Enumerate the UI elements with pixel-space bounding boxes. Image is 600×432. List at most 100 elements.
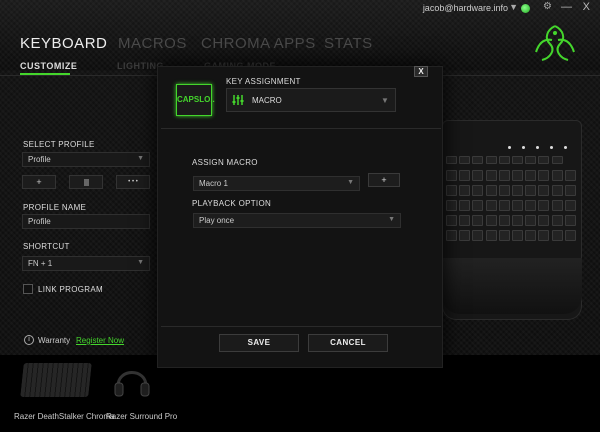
tab-keyboard[interactable]: KEYBOARD (20, 35, 107, 52)
keyboard-key[interactable] (551, 156, 563, 164)
keyboard-key[interactable] (551, 230, 563, 241)
keyboard-key[interactable] (525, 215, 537, 226)
keyboard-key[interactable] (525, 156, 537, 164)
user-email[interactable]: jacob@hardware.info (423, 3, 508, 13)
keyboard-key[interactable] (472, 185, 484, 196)
delete-profile-button[interactable] (69, 175, 103, 189)
subtab-customize[interactable]: CUSTOMIZE (20, 61, 77, 71)
cancel-button[interactable]: CANCEL (308, 334, 388, 352)
keyboard-key[interactable] (551, 200, 563, 211)
add-macro-button[interactable]: + (368, 173, 400, 187)
keyboard-led (522, 146, 525, 149)
keyboard-key[interactable] (564, 200, 576, 211)
tab-stats[interactable]: STATS (324, 35, 373, 52)
keyboard-key[interactable] (512, 230, 523, 241)
macro-icon (232, 95, 244, 105)
gear-icon[interactable]: ⚙ (543, 1, 552, 12)
account-dropdown-icon[interactable]: ▼ (509, 2, 518, 12)
keyboard-device-image[interactable] (20, 363, 92, 397)
keyboard-key[interactable] (498, 215, 510, 226)
keyboard-key[interactable] (538, 200, 550, 211)
keyboard-key[interactable] (446, 156, 457, 164)
device-name-surround-pro[interactable]: Razer Surround Pro (106, 412, 177, 421)
keyboard-key[interactable] (538, 185, 550, 196)
minimize-button[interactable]: — (561, 1, 572, 13)
shortcut-select[interactable]: FN + 1 ▼ (22, 256, 150, 271)
keyboard-key[interactable] (472, 230, 484, 241)
keyboard-key[interactable] (472, 215, 484, 226)
keyboard-key[interactable] (512, 215, 523, 226)
keyboard-led (536, 146, 539, 149)
keyboard-key[interactable] (564, 170, 576, 181)
link-program-checkbox[interactable] (23, 284, 33, 294)
assign-macro-select[interactable]: Macro 1 ▼ (193, 176, 360, 191)
shortcut-select-value: FN + 1 (28, 259, 53, 268)
keyboard-key[interactable] (525, 185, 537, 196)
keyboard-key[interactable] (498, 200, 510, 211)
keyboard-key[interactable] (525, 230, 537, 241)
device-name-deathstalker[interactable]: Razer DeathStalker Chroma (14, 412, 114, 421)
keyboard-key[interactable] (551, 185, 563, 196)
keyboard-key[interactable] (498, 156, 510, 164)
keyboard-key[interactable] (564, 185, 576, 196)
keyboard-led (564, 146, 567, 149)
keyboard-key[interactable] (459, 215, 471, 226)
keyboard-key[interactable] (459, 170, 471, 181)
keyboard-key[interactable] (485, 156, 497, 164)
profile-select[interactable]: Profile ▼ (22, 152, 150, 167)
online-status-icon (521, 4, 530, 13)
keyboard-key[interactable] (459, 230, 471, 241)
chevron-down-icon: ▼ (137, 155, 144, 162)
keyboard-key[interactable] (538, 156, 550, 164)
keyboard-key[interactable] (498, 170, 510, 181)
keyboard-key[interactable] (512, 185, 523, 196)
headset-device-image[interactable] (112, 360, 152, 400)
keyboard-key[interactable] (485, 230, 497, 241)
keyboard-key[interactable] (446, 185, 457, 196)
keyboard-key[interactable] (485, 185, 497, 196)
keyboard-key[interactable] (498, 230, 510, 241)
keyboard-key[interactable] (446, 170, 457, 181)
keyboard-key[interactable] (485, 215, 497, 226)
tab-chroma-apps[interactable]: CHROMA APPS (201, 35, 316, 52)
profile-name-input[interactable]: Profile (22, 214, 150, 229)
keyboard-key[interactable] (538, 170, 550, 181)
keyboard-led (550, 146, 553, 149)
keyboard-key[interactable] (525, 170, 537, 181)
playback-option-select[interactable]: Play once ▼ (193, 213, 401, 228)
keyboard-key[interactable] (485, 200, 497, 211)
keyboard-key[interactable] (446, 230, 457, 241)
dialog-close-button[interactable]: X (414, 66, 428, 77)
keyboard-key[interactable] (446, 215, 457, 226)
keyboard-key[interactable] (459, 185, 471, 196)
keyboard-key[interactable] (538, 230, 550, 241)
key-assignment-value: MACRO (252, 96, 282, 105)
keyboard-key[interactable] (525, 200, 537, 211)
keyboard-key[interactable] (564, 215, 576, 226)
keyboard-key[interactable] (538, 215, 550, 226)
keyboard-led (508, 146, 511, 149)
keyboard-key[interactable] (498, 185, 510, 196)
keyboard-key[interactable] (512, 200, 523, 211)
profile-options-button[interactable]: • • • (116, 175, 150, 189)
keyboard-key[interactable] (472, 156, 484, 164)
selected-key: CAPSLO.. (176, 84, 215, 116)
keyboard-key[interactable] (512, 170, 523, 181)
assign-macro-value: Macro 1 (199, 179, 228, 188)
keyboard-key[interactable] (459, 200, 471, 211)
keyboard-key[interactable] (446, 200, 457, 211)
keyboard-key[interactable] (551, 170, 563, 181)
register-now-link[interactable]: Register Now (76, 336, 124, 345)
keyboard-key[interactable] (472, 170, 484, 181)
keyboard-key[interactable] (459, 156, 471, 164)
keyboard-key[interactable] (551, 215, 563, 226)
close-window-button[interactable]: X (583, 1, 590, 13)
keyboard-key[interactable] (512, 156, 523, 164)
add-profile-button[interactable]: + (22, 175, 56, 189)
keyboard-key[interactable] (564, 230, 576, 241)
keyboard-key[interactable] (472, 200, 484, 211)
tab-macros[interactable]: MACROS (118, 35, 187, 52)
save-button[interactable]: SAVE (219, 334, 299, 352)
keyboard-key[interactable] (485, 170, 497, 181)
chevron-down-icon: ▼ (347, 179, 354, 186)
